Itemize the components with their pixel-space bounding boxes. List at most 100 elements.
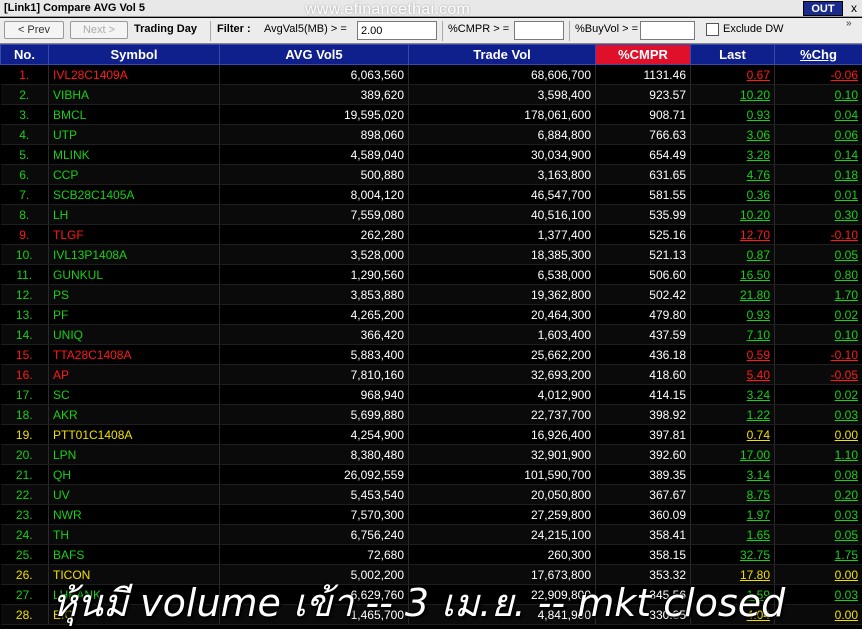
table-row[interactable]: 5. MLINK 4,589,040 30,034,900 654.49 3.28 0.14 — [0, 144, 862, 165]
row-symbol[interactable]: IVL28C1409A — [48, 64, 220, 85]
row-chg[interactable]: 0.04 — [774, 104, 862, 125]
row-symbol[interactable]: BMCL — [48, 104, 220, 125]
table-row[interactable]: 21. QH 26,092,559 101,590,700 389.35 3.14 0.08 — [0, 464, 862, 485]
row-last[interactable]: 0.59 — [690, 344, 775, 365]
row-last[interactable]: 1.22 — [690, 404, 775, 425]
header-symbol[interactable]: Symbol — [48, 44, 220, 65]
row-symbol[interactable]: SC — [48, 384, 220, 405]
table-row[interactable]: 2. VIBHA 389,620 3,598,400 923.57 10.20 0.10 — [0, 84, 862, 105]
header-last[interactable]: Last — [690, 44, 775, 65]
table-row[interactable]: 25. BAFS 72,680 260,300 358.15 32.75 1.75 — [0, 544, 862, 565]
row-chg[interactable]: 0.03 — [774, 404, 862, 425]
row-symbol[interactable]: TTA28C1408A — [48, 344, 220, 365]
row-last[interactable]: 8.75 — [690, 484, 775, 505]
row-chg[interactable]: 1.75 — [774, 544, 862, 565]
header-cmpr[interactable]: %CMPR — [595, 44, 691, 65]
row-last[interactable]: 32.75 — [690, 544, 775, 565]
table-row[interactable]: 22. UV 5,453,540 20,050,800 367.67 8.75 0.20 — [0, 484, 862, 505]
cmpr-filter-input[interactable] — [514, 21, 564, 40]
row-chg[interactable]: 0.18 — [774, 164, 862, 185]
row-chg[interactable]: 0.10 — [774, 84, 862, 105]
row-chg[interactable]: -0.05 — [774, 364, 862, 385]
row-last[interactable]: 21.80 — [690, 284, 775, 305]
next-button[interactable]: Next > — [70, 21, 128, 39]
row-chg[interactable]: 0.14 — [774, 144, 862, 165]
table-row[interactable]: 11. GUNKUL 1,290,560 6,538,000 506.60 16.50 0.… — [0, 264, 862, 285]
row-chg[interactable]: 0.05 — [774, 244, 862, 265]
row-chg[interactable]: 1.10 — [774, 444, 862, 465]
table-row[interactable]: 4. UTP 898,060 6,884,800 766.63 3.06 0.06 — [0, 124, 862, 145]
row-symbol[interactable]: MLINK — [48, 144, 220, 165]
row-chg[interactable]: 0.80 — [774, 264, 862, 285]
row-chg[interactable]: -0.10 — [774, 344, 862, 365]
table-row[interactable]: 14. UNIQ 366,420 1,603,400 437.59 7.10 0.10 — [0, 324, 862, 345]
row-last[interactable]: 3.24 — [690, 384, 775, 405]
table-row[interactable]: 3. BMCL 19,595,020 178,061,600 908.71 0.93 0.0… — [0, 104, 862, 125]
table-row[interactable]: 15. TTA28C1408A 5,883,400 25,662,200 436.18 0… — [0, 344, 862, 365]
row-symbol[interactable]: IVL13P1408A — [48, 244, 220, 265]
table-row[interactable]: 23. NWR 7,570,300 27,259,800 360.09 1.97 0.03 — [0, 504, 862, 525]
row-chg[interactable]: -0.06 — [774, 64, 862, 85]
row-last[interactable]: 17.00 — [690, 444, 775, 465]
table-row[interactable]: 7. SCB28C1405A 8,004,120 46,547,700 581.55 0.… — [0, 184, 862, 205]
row-last[interactable]: 12.70 — [690, 224, 775, 245]
row-chg[interactable]: 0.02 — [774, 304, 862, 325]
row-last[interactable]: 0.67 — [690, 64, 775, 85]
table-row[interactable]: 8. LH 7,559,080 40,516,100 535.99 10.20 0.30 — [0, 204, 862, 225]
close-icon[interactable]: x — [847, 0, 861, 16]
table-row[interactable]: 16. AP 7,810,160 32,693,200 418.60 5.40 -0.05 — [0, 364, 862, 385]
row-last[interactable]: 3.06 — [690, 124, 775, 145]
row-symbol[interactable]: TLGF — [48, 224, 220, 245]
table-row[interactable]: 12. PS 3,853,880 19,362,800 502.42 21.80 1.70 — [0, 284, 862, 305]
avgvol-filter-input[interactable] — [357, 21, 437, 40]
header-no[interactable]: No. — [0, 44, 49, 65]
row-symbol[interactable]: VIBHA — [48, 84, 220, 105]
row-symbol[interactable]: GUNKUL — [48, 264, 220, 285]
row-chg[interactable]: 0.02 — [774, 384, 862, 405]
row-symbol[interactable]: UV — [48, 484, 220, 505]
row-symbol[interactable]: PS — [48, 284, 220, 305]
table-row[interactable]: 1. IVL28C1409A 6,063,560 68,606,700 1131.46 0… — [0, 64, 862, 85]
row-chg[interactable]: 1.70 — [774, 284, 862, 305]
row-symbol[interactable]: NWR — [48, 504, 220, 525]
row-chg[interactable]: 0.03 — [774, 504, 862, 525]
row-last[interactable]: 1.97 — [690, 504, 775, 525]
row-last[interactable]: 0.36 — [690, 184, 775, 205]
row-chg[interactable]: -0.10 — [774, 224, 862, 245]
header-trade-vol[interactable]: Trade Vol — [408, 44, 596, 65]
buyvol-filter-input[interactable] — [640, 21, 695, 40]
row-symbol[interactable]: CCP — [48, 164, 220, 185]
table-row[interactable]: 17. SC 968,940 4,012,900 414.15 3.24 0.02 — [0, 384, 862, 405]
row-chg[interactable]: 0.05 — [774, 524, 862, 545]
header-chg[interactable]: %Chg — [774, 44, 862, 65]
row-last[interactable]: 3.14 — [690, 464, 775, 485]
table-row[interactable]: 10. IVL13P1408A 3,528,000 18,385,300 521.13 0… — [0, 244, 862, 265]
row-chg[interactable]: 0.10 — [774, 324, 862, 345]
table-row[interactable]: 24. TH 6,756,240 24,215,100 358.41 1.65 0.05 — [0, 524, 862, 545]
table-row[interactable]: 6. CCP 500,880 3,163,800 631.65 4.76 0.18 — [0, 164, 862, 185]
trading-day-label[interactable]: Trading Day — [134, 23, 197, 35]
row-symbol[interactable]: AKR — [48, 404, 220, 425]
row-last[interactable]: 5.40 — [690, 364, 775, 385]
row-last[interactable]: 16.50 — [690, 264, 775, 285]
row-chg[interactable]: 0.06 — [774, 124, 862, 145]
row-chg[interactable]: 0.20 — [774, 484, 862, 505]
row-symbol[interactable]: SCB28C1405A — [48, 184, 220, 205]
row-last[interactable]: 1.65 — [690, 524, 775, 545]
out-button[interactable]: OUT — [803, 1, 843, 16]
row-chg[interactable]: 0.08 — [774, 464, 862, 485]
row-symbol[interactable]: PTT01C1408A — [48, 424, 220, 445]
row-last[interactable]: 10.20 — [690, 204, 775, 225]
row-last[interactable]: 0.87 — [690, 244, 775, 265]
row-symbol[interactable]: QH — [48, 464, 220, 485]
row-chg[interactable]: 0.30 — [774, 204, 862, 225]
header-avg-vol5[interactable]: AVG Vol5 — [219, 44, 409, 65]
table-row[interactable]: 19. PTT01C1408A 4,254,900 16,926,400 397.81 0… — [0, 424, 862, 445]
row-symbol[interactable]: TH — [48, 524, 220, 545]
row-symbol[interactable]: LH — [48, 204, 220, 225]
row-last[interactable]: 4.76 — [690, 164, 775, 185]
row-symbol[interactable]: AP — [48, 364, 220, 385]
row-symbol[interactable]: LPN — [48, 444, 220, 465]
toolbar-scroll-icon[interactable]: » — [846, 18, 852, 29]
table-row[interactable]: 13. PF 4,265,200 20,464,300 479.80 0.93 0.02 — [0, 304, 862, 325]
